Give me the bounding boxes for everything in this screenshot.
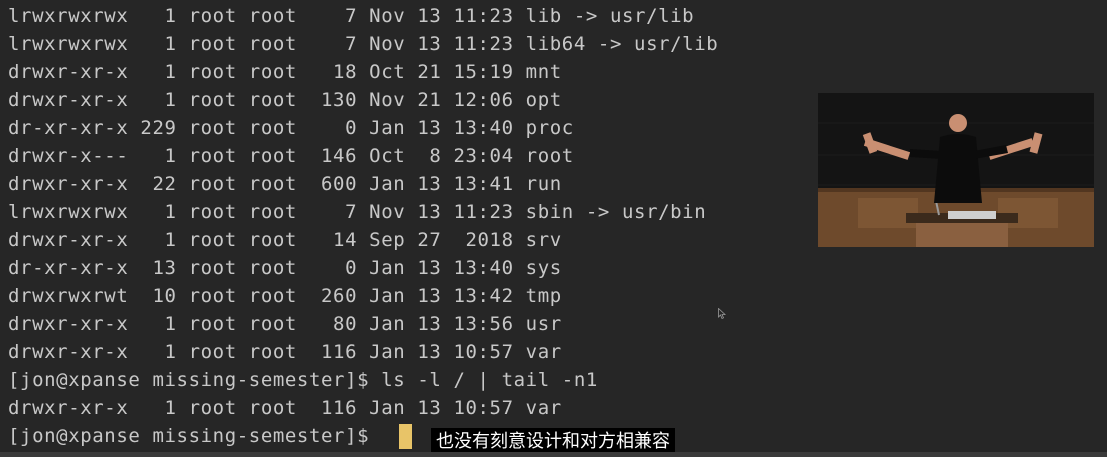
- terminal-line-mnt: drwxr-xr-x 1 root root 18 Oct 21 15:19 m…: [8, 61, 562, 83]
- terminal-prompt: [jon@xpanse missing-semester]$: [8, 425, 382, 447]
- terminal-output-line: drwxr-xr-x 1 root root 116 Jan 13 10:57 …: [8, 397, 562, 419]
- terminal-line-tmp: drwxrwxrwt 10 root root 260 Jan 13 13:42…: [8, 285, 562, 307]
- video-subtitle: 也没有刻意设计和对方相兼容: [431, 428, 675, 455]
- terminal-command-line: [jon@xpanse missing-semester]$ ls -l / |…: [8, 369, 598, 391]
- terminal-line-lib: lrwxrwxrwx 1 root root 7 Nov 13 11:23 li…: [8, 5, 695, 27]
- speaker-video-overlay: [818, 93, 1094, 247]
- speaker-video-image: [818, 93, 1094, 247]
- terminal-line-root: drwxr-x--- 1 root root 146 Oct 8 23:04 r…: [8, 145, 574, 167]
- terminal-line-proc: dr-xr-xr-x 229 root root 0 Jan 13 13:40 …: [8, 117, 574, 139]
- terminal-line-opt: drwxr-xr-x 1 root root 130 Nov 21 12:06 …: [8, 89, 562, 111]
- bottom-edge-strip: [0, 452, 1107, 457]
- terminal-cursor: [399, 424, 412, 449]
- terminal-line-lib64: lrwxrwxrwx 1 root root 7 Nov 13 11:23 li…: [8, 33, 719, 55]
- terminal-line-usr: drwxr-xr-x 1 root root 80 Jan 13 13:56 u…: [8, 313, 562, 335]
- terminal-line-var: drwxr-xr-x 1 root root 116 Jan 13 10:57 …: [8, 341, 562, 363]
- mouse-pointer-icon: [718, 308, 726, 320]
- terminal-line-sys: dr-xr-xr-x 13 root root 0 Jan 13 13:40 s…: [8, 257, 562, 279]
- terminal-line-run: drwxr-xr-x 22 root root 600 Jan 13 13:41…: [8, 173, 562, 195]
- terminal-line-srv: drwxr-xr-x 1 root root 14 Sep 27 2018 sr…: [8, 229, 562, 251]
- terminal-line-sbin: lrwxrwxrwx 1 root root 7 Nov 13 11:23 sb…: [8, 201, 707, 223]
